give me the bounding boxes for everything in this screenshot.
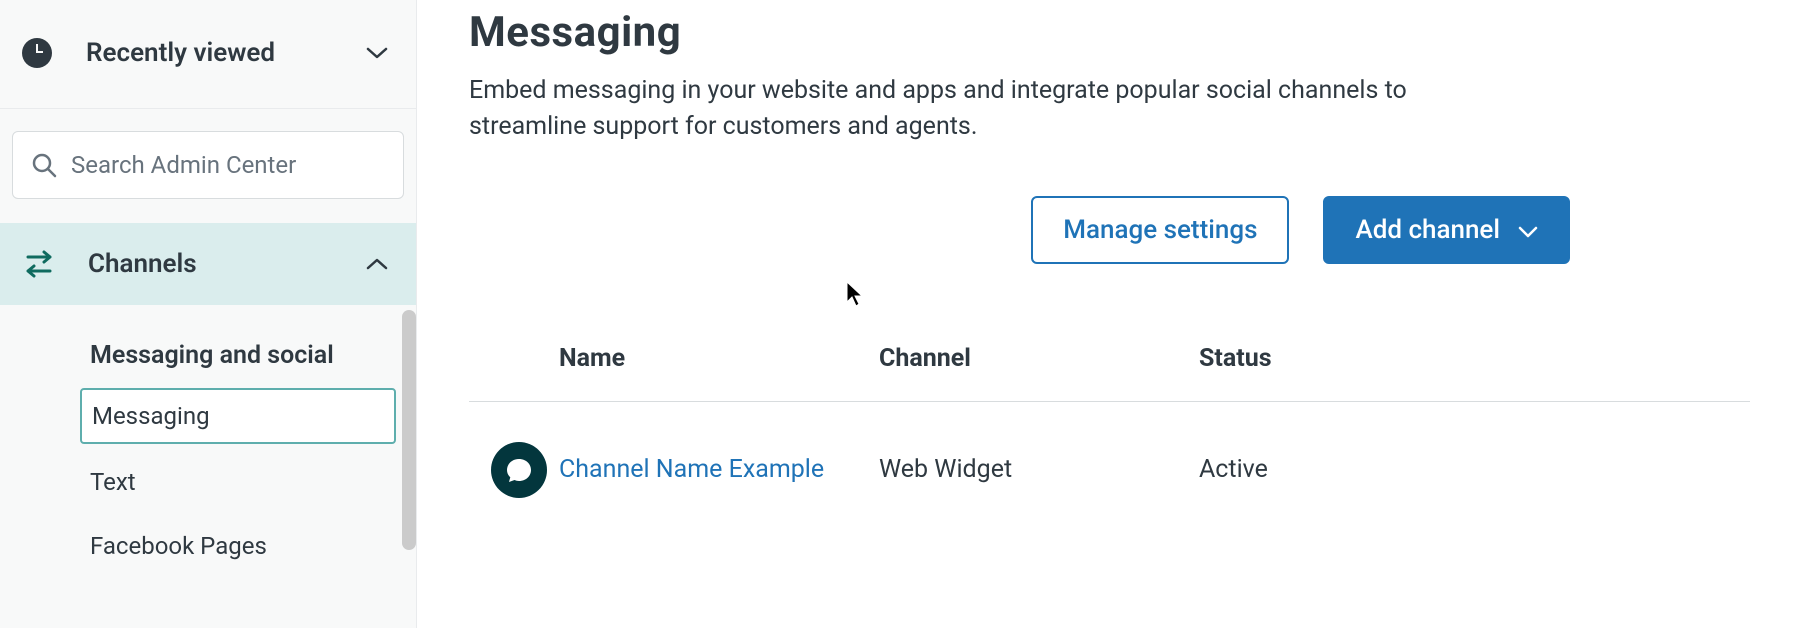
sidebar: Recently viewed Channels Messaging and s…: [0, 0, 417, 628]
page-description: Embed messaging in your website and apps…: [469, 73, 1469, 146]
search-wrap: [0, 109, 416, 223]
chevron-down-icon: [1518, 215, 1538, 245]
chevron-down-icon: [366, 47, 388, 59]
messaging-bubble-icon: [491, 442, 547, 498]
add-channel-label: Add channel: [1355, 215, 1500, 245]
channel-type: Web Widget: [879, 455, 1199, 484]
nav-item-text[interactable]: Text: [80, 456, 396, 508]
recently-viewed-row[interactable]: Recently viewed: [0, 0, 416, 109]
clock-icon: [22, 38, 52, 68]
main: Messaging Embed messaging in your websit…: [417, 0, 1800, 628]
search-box[interactable]: [12, 131, 404, 199]
channels-table: Name Channel Status Channel Name Example…: [469, 344, 1750, 498]
actions-row: Manage settings Add channel: [469, 196, 1570, 264]
nav-section-channels[interactable]: Channels: [0, 223, 416, 305]
chevron-up-icon: [366, 258, 388, 270]
nav-section-label: Channels: [88, 249, 366, 279]
table-row[interactable]: Channel Name Example Web Widget Active: [469, 402, 1750, 498]
page-title: Messaging: [469, 8, 1750, 57]
column-name: Name: [559, 344, 879, 373]
table-header: Name Channel Status: [469, 344, 1750, 402]
sidebar-scrollbar[interactable]: [402, 310, 416, 550]
nav-group-title: Messaging and social: [0, 305, 416, 388]
cursor-icon: [845, 280, 865, 312]
search-input[interactable]: [71, 151, 385, 179]
channel-status: Active: [1199, 455, 1750, 484]
search-icon: [31, 152, 57, 178]
nav-item-messaging[interactable]: Messaging: [80, 388, 396, 444]
column-status: Status: [1199, 344, 1750, 373]
column-channel: Channel: [879, 344, 1199, 373]
nav-item-facebook-pages[interactable]: Facebook Pages: [80, 520, 396, 572]
channel-name-link[interactable]: Channel Name Example: [559, 455, 879, 484]
recently-viewed-label: Recently viewed: [86, 38, 366, 68]
nav-items: Messaging Text Facebook Pages: [0, 388, 416, 584]
add-channel-button[interactable]: Add channel: [1323, 196, 1570, 264]
manage-settings-button[interactable]: Manage settings: [1031, 196, 1289, 264]
arrows-icon: [22, 249, 56, 279]
